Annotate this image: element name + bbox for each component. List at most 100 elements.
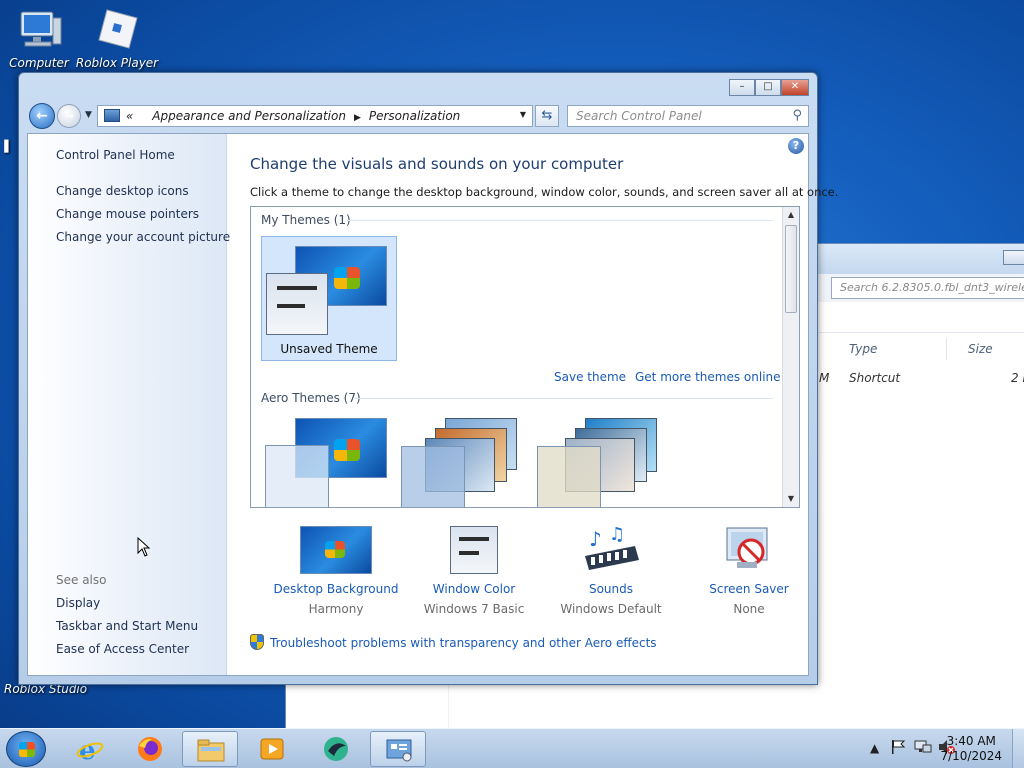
window-color-icon (438, 526, 510, 574)
theme-windows-7[interactable] (265, 418, 395, 507)
windows-logo-icon (334, 267, 360, 289)
control-panel-icon (104, 109, 120, 122)
option-value: Harmony (308, 602, 364, 616)
get-more-themes-link[interactable]: Get more themes online (635, 370, 781, 384)
themes-list[interactable]: My Themes (1) Unsaved Theme Save theme G… (250, 206, 800, 508)
breadcrumb-personalization[interactable]: Personalization (369, 109, 460, 123)
show-desktop-button[interactable] (1012, 729, 1024, 768)
notification-area: ▲ 3:40 AM 7/10/2024 (824, 729, 1024, 768)
folder-icon (197, 737, 225, 763)
close-button[interactable]: ✕ (781, 79, 809, 96)
media-player-icon (258, 736, 286, 762)
save-theme-link[interactable]: Save theme (554, 370, 626, 384)
explorer-minimize-button[interactable] (1003, 250, 1024, 265)
maximize-button[interactable]: □ (755, 79, 781, 96)
windows-logo-icon (19, 742, 35, 757)
control-panel-home-link[interactable]: Control Panel Home (56, 148, 175, 162)
search-control-panel-input[interactable]: Search Control Panel ⚲ (567, 105, 809, 127)
file-type: Shortcut (849, 371, 901, 385)
screen-saver-icon (713, 526, 785, 574)
option-value: Windows 7 Basic (423, 602, 525, 616)
glass-color-preview (265, 445, 329, 507)
taskbar-file-explorer[interactable] (182, 731, 238, 767)
clock-date: 7/10/2024 (940, 749, 1002, 763)
page-title: Change the visuals and sounds on your co… (250, 155, 624, 173)
taskbar-internet-explorer[interactable]: e (62, 731, 118, 767)
change-desktop-icons-link[interactable]: Change desktop icons (56, 184, 189, 198)
search-icon[interactable]: ⚲ (792, 108, 802, 123)
navigation-bar: ← → ▼ « Appearance and Personalization ▶ P… (27, 103, 809, 129)
scroll-up-icon[interactable]: ▲ (783, 207, 799, 223)
glass-color-preview (401, 446, 465, 507)
show-hidden-icons-button[interactable]: ▲ (870, 741, 879, 755)
taskbar-app[interactable] (308, 731, 364, 767)
window-color-option[interactable]: Window Color Windows 7 Basic (399, 526, 549, 616)
my-themes-heading: My Themes (1) (261, 213, 351, 227)
desktop-icon-label: Roblox Player (75, 56, 159, 70)
windows-logo-icon (334, 439, 360, 461)
computer-icon (15, 8, 63, 52)
themes-scrollbar[interactable]: ▲ ▼ (782, 207, 799, 507)
troubleshoot-link[interactable]: Troubleshoot problems with transparency … (250, 634, 657, 650)
display-link[interactable]: Display (56, 596, 100, 610)
ease-of-access-link[interactable]: Ease of Access Center (56, 642, 189, 656)
minimize-button[interactable]: – (729, 79, 755, 96)
taskbar-media-player[interactable] (244, 731, 300, 767)
roblox-player-icon (93, 8, 141, 52)
uac-shield-icon (250, 634, 264, 650)
firefox-icon (136, 736, 164, 762)
option-value: Windows Default (560, 602, 662, 616)
scroll-thumb[interactable] (785, 225, 797, 313)
taskbar: e ▲ 3:40 AM 7/10/2024 (0, 728, 1024, 768)
address-prefix[interactable]: « (126, 109, 133, 123)
left-navigation-pane: Control Panel Home Change desktop icons … (28, 134, 230, 675)
theme-characters[interactable] (537, 414, 667, 507)
main-pane: ? Change the visuals and sounds on your … (228, 134, 838, 675)
change-account-picture-link[interactable]: Change your account picture (56, 230, 230, 244)
taskbar-control-panel[interactable] (370, 731, 426, 767)
scroll-down-icon[interactable]: ▼ (783, 491, 799, 507)
system-clock[interactable]: 3:40 AM 7/10/2024 (940, 734, 1002, 764)
option-value: None (733, 602, 765, 616)
page-description: Click a theme to change the desktop back… (250, 185, 839, 199)
address-dropdown-icon[interactable]: ▼ (520, 110, 526, 119)
column-header-type[interactable]: Type (849, 342, 877, 356)
control-panel-icon (385, 737, 413, 763)
theme-architecture[interactable] (401, 414, 531, 507)
option-label: Desktop Background (273, 582, 399, 596)
theme-unsaved[interactable]: Unsaved Theme (261, 236, 397, 361)
mouse-pointer-icon (137, 536, 151, 557)
option-label: Window Color (432, 582, 516, 596)
internet-explorer-icon: e (76, 736, 104, 766)
action-center-flag-icon[interactable] (890, 739, 906, 758)
screen-saver-option[interactable]: Screen Saver None (674, 526, 824, 616)
option-label: Sounds (588, 582, 634, 596)
start-button[interactable] (6, 731, 46, 767)
change-mouse-pointers-link[interactable]: Change mouse pointers (56, 207, 199, 221)
help-icon[interactable]: ? (788, 138, 804, 154)
svg-text:♫: ♫ (609, 526, 625, 545)
glass-color-preview (537, 446, 601, 507)
app-orb-icon (322, 736, 350, 762)
sounds-option[interactable]: ♪ ♫ Sounds Windows Default (536, 524, 686, 616)
chevron-down-icon: ▼ (85, 110, 92, 120)
personalization-window[interactable]: – □ ✕ ← → ▼ « Appearance and Personaliza… (18, 72, 838, 685)
explorer-search-input[interactable]: Search 6.2.8305.0.fbl_dnt3_wireless... (831, 277, 1024, 299)
breadcrumb-appearance[interactable]: Appearance and Personalization (152, 109, 346, 123)
window-color-preview (266, 273, 328, 335)
desktop-icon-roblox-player[interactable]: Roblox Player (72, 8, 162, 70)
refresh-button[interactable]: ⇆ (535, 105, 559, 127)
recent-pages-dropdown[interactable]: ▼ (85, 110, 92, 120)
address-bar[interactable]: « Appearance and Personalization ▶ Persona… (97, 105, 533, 127)
forward-button[interactable]: → (57, 104, 81, 128)
taskbar-start-menu-link[interactable]: Taskbar and Start Menu (56, 619, 198, 633)
desktop-background-option[interactable]: Desktop Background Harmony (261, 526, 411, 616)
back-button[interactable]: ← (29, 103, 55, 129)
desktop-background-icon (300, 526, 372, 574)
clock-time: 3:40 AM (946, 734, 996, 748)
refresh-icon: ⇆ (541, 108, 553, 123)
taskbar-firefox[interactable] (122, 731, 178, 767)
network-icon[interactable] (914, 739, 932, 758)
breadcrumb-separator-icon[interactable]: ▶ (354, 113, 361, 123)
column-header-size[interactable]: Size (968, 342, 993, 356)
